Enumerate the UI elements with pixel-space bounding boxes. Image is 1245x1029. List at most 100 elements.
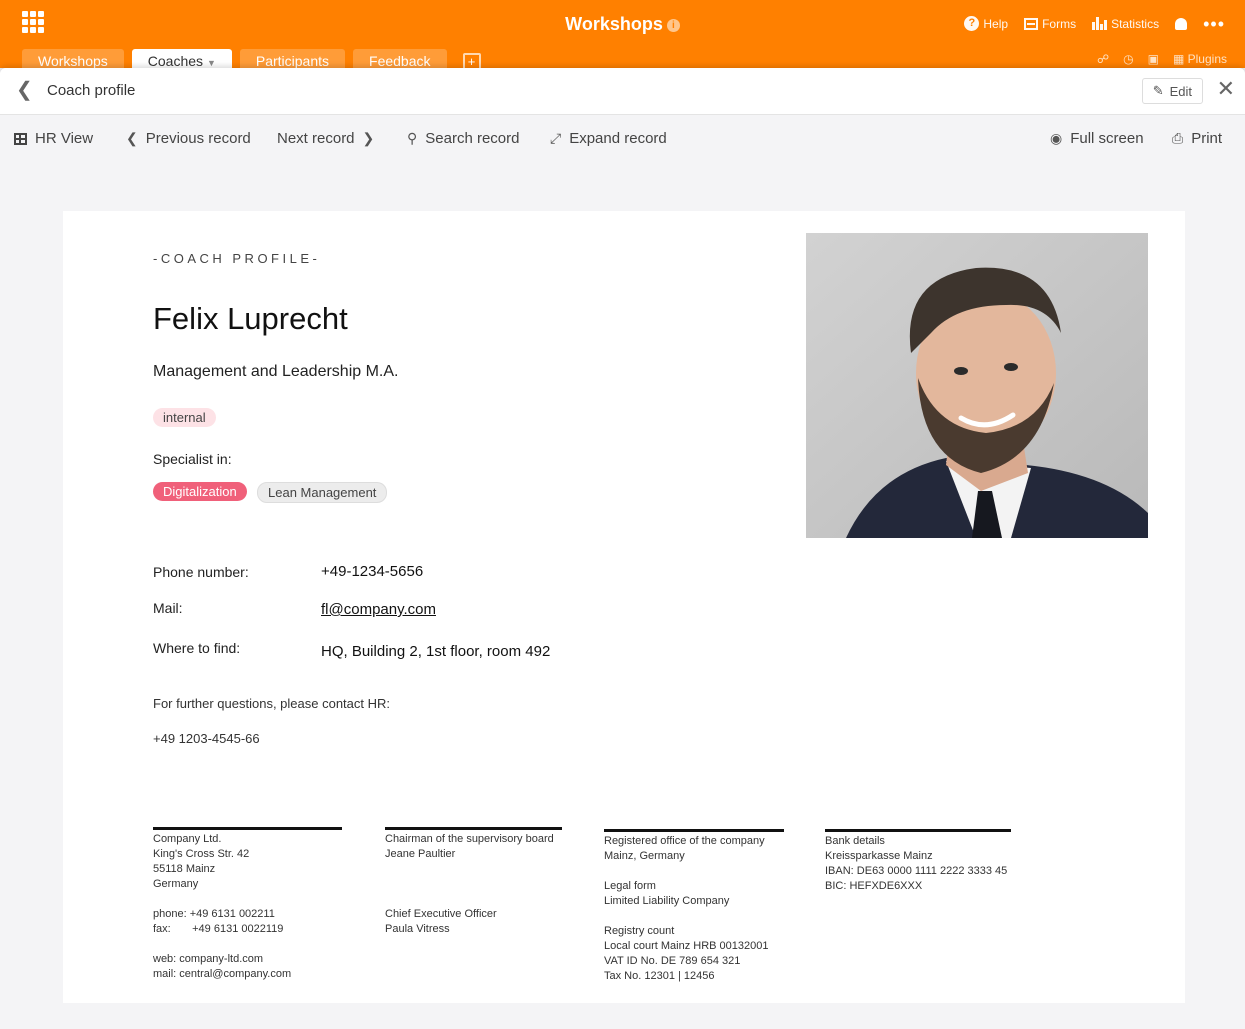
footer-spacer <box>153 937 342 952</box>
portrait-image <box>806 233 1148 538</box>
plugins-label: Plugins <box>1187 52 1227 66</box>
footer-spacer <box>604 864 784 879</box>
plugins-button[interactable]: ▦ Plugins <box>1173 52 1227 66</box>
footer-line: Tax No. 12301 | 12456 <box>604 970 715 982</box>
coach-photo <box>806 233 1148 538</box>
table-view-icon <box>14 132 27 145</box>
further-questions-text: For further questions, please contact HR… <box>153 696 391 711</box>
close-icon[interactable]: ✕ <box>1217 78 1235 100</box>
footer-line: fax: +49 6131 0022119 <box>153 923 284 935</box>
pencil-icon: ✎ <box>1152 83 1164 98</box>
footer-line: phone: +49 6131 002211 <box>153 908 275 920</box>
view-selector[interactable]: HR View <box>14 130 93 147</box>
footer-line: Bank details <box>825 835 885 847</box>
page-eyebrow: -COACH PROFILE- <box>153 251 321 266</box>
mail-link[interactable]: fl@company.com <box>321 601 436 618</box>
specialty-badge: Digitalization <box>153 482 247 501</box>
footer-spacer <box>385 862 562 877</box>
print-button[interactable]: ⎙ Print <box>1172 130 1222 147</box>
statistics-icon <box>1092 17 1108 30</box>
coach-name: Felix Luprecht <box>153 301 348 336</box>
help-label: Help <box>983 16 1009 31</box>
footer-line: Limited Liability Company <box>604 895 730 907</box>
search-icon: ⚲ <box>407 130 418 146</box>
modal-header: ❮ Coach profile ✎ Edit ✕ <box>0 68 1245 115</box>
eye-icon: ◉ <box>1050 130 1063 146</box>
app-header: Workshops i ? Help Forms Statistics ••• W… <box>0 0 1245 73</box>
location-label: Where to find: <box>153 640 241 656</box>
search-record-label: Search record <box>425 130 520 147</box>
more-options-icon[interactable]: ••• <box>1203 15 1225 33</box>
printer-icon: ⎙ <box>1172 130 1184 146</box>
forms-button[interactable]: Forms <box>1024 17 1076 31</box>
edit-label: Edit <box>1169 83 1192 99</box>
help-icon: ? <box>964 16 980 31</box>
footer-spacer <box>153 892 342 907</box>
footer-board-column: Chairman of the supervisory board Jeane … <box>385 827 562 937</box>
footer-line: King's Cross Str. 42 <box>153 848 250 860</box>
expand-record-button[interactable]: ⤢ Expand record <box>550 130 667 147</box>
fullscreen-label: Full screen <box>1070 130 1144 147</box>
phone-label: Phone number: <box>153 564 249 580</box>
footer-spacer <box>604 909 784 924</box>
specialty-badge: Lean Management <box>257 482 388 503</box>
footer-registry-column: Registered office of the company Mainz, … <box>604 829 784 984</box>
footer-line: Mainz, Germany <box>604 850 685 862</box>
footer-line: IBAN: DE63 0000 1111 2222 3333 45 <box>825 865 1008 877</box>
tab-coaches-label: Coaches <box>147 53 204 69</box>
app-title-text: Workshops <box>565 14 663 34</box>
plugins-icon: ▦ <box>1172 52 1185 66</box>
forms-label: Forms <box>1042 16 1077 31</box>
modal-title: Coach profile <box>47 82 136 99</box>
fullscreen-button[interactable]: ◉ Full screen <box>1050 130 1144 147</box>
history-icon[interactable]: ◷ <box>1123 52 1133 66</box>
next-record-label: Next record <box>277 130 355 147</box>
footer-line: mail: central@company.com <box>153 968 292 980</box>
coach-degree: Management and Leadership M.A. <box>153 363 399 380</box>
edit-button[interactable]: ✎ Edit <box>1141 78 1203 104</box>
view-label: HR View <box>35 130 94 147</box>
next-record-button[interactable]: Next record ❯ <box>277 130 374 147</box>
status-badge: internal <box>153 408 216 427</box>
hr-phone: +49 1203-4545-66 <box>153 731 260 746</box>
phone-value: +49-1234-5656 <box>321 563 424 580</box>
footer-line: Legal form <box>604 880 656 892</box>
statistics-label: Statistics <box>1111 16 1160 31</box>
footer-line: BIC: HEFXDE6XXX <box>825 880 923 892</box>
specialist-label: Specialist in: <box>153 451 232 467</box>
location-value: HQ, Building 2, 1st floor, room 492 <box>321 643 551 660</box>
bell-icon[interactable] <box>1175 17 1188 30</box>
previous-record-button[interactable]: ❮ Previous record <box>126 130 251 147</box>
api-icon[interactable]: ▣ <box>1148 52 1159 66</box>
search-record-button[interactable]: ⚲ Search record <box>407 130 519 147</box>
print-label: Print <box>1191 130 1223 147</box>
footer-company-column: Company Ltd. King's Cross Str. 42 55118 … <box>153 827 342 982</box>
chevron-down-icon: ▼ <box>206 58 216 68</box>
chevron-right-icon: ❯ <box>362 130 375 146</box>
mail-label: Mail: <box>153 600 183 616</box>
record-toolbar: HR View ❮ Previous record Next record ❯ … <box>0 114 1245 164</box>
coach-profile-page: -COACH PROFILE- Felix Luprecht Managemen… <box>63 211 1185 1003</box>
footer-line: Jeane Paultier <box>385 848 456 860</box>
info-icon[interactable]: i <box>666 19 680 32</box>
back-icon[interactable]: ❮ <box>16 80 33 100</box>
footer-line: Kreissparkasse Mainz <box>825 850 933 862</box>
footer-line: Paula Vitress <box>385 923 450 935</box>
statistics-button[interactable]: Statistics <box>1092 17 1159 31</box>
expand-record-label: Expand record <box>569 130 667 147</box>
footer-spacer <box>385 892 562 907</box>
footer-line: Company Ltd. <box>153 833 222 845</box>
footer-spacer <box>385 877 562 892</box>
share-icon[interactable]: ☍ <box>1097 52 1109 66</box>
header-tools: ☍ ◷ ▣ ▦ Plugins <box>1097 52 1227 66</box>
footer-line: web: company-ltd.com <box>153 953 264 965</box>
help-button[interactable]: ? Help <box>964 16 1008 31</box>
footer-line: Local court Mainz HRB 00132001 <box>604 940 769 952</box>
previous-record-label: Previous record <box>145 130 251 147</box>
footer-line: Registry count <box>604 925 675 937</box>
footer-bank-column: Bank details Kreissparkasse Mainz IBAN: … <box>825 829 1011 894</box>
footer-line: Registered office of the company <box>604 835 765 847</box>
chevron-left-icon: ❮ <box>126 130 138 146</box>
top-actions: ? Help Forms Statistics ••• <box>964 15 1225 33</box>
footer-line: Germany <box>153 878 199 890</box>
